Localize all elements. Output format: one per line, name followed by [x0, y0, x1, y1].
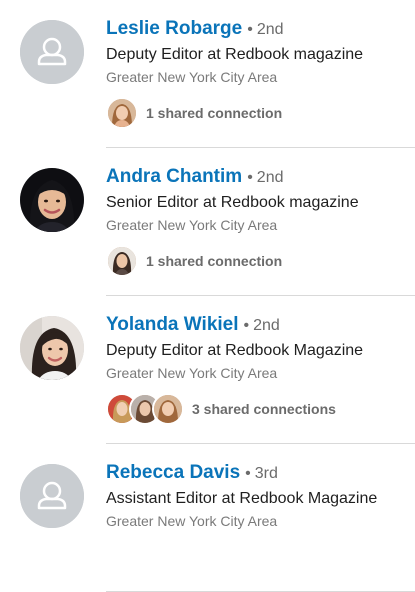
connection-degree: • 2nd	[247, 21, 284, 38]
person-headline: Senior Editor at Redbook magazine	[106, 194, 359, 211]
shared-connection-avatar	[106, 97, 138, 129]
person-location: Greater New York City Area	[106, 69, 278, 85]
person-location: Greater New York City Area	[106, 513, 278, 529]
shared-connections-label: 1 shared connection	[146, 253, 283, 269]
placeholder-person-icon	[20, 464, 84, 528]
person-name-link[interactable]: Leslie Robarge	[106, 18, 242, 39]
placeholder-person-icon	[20, 20, 84, 84]
shared-connections-label: 1 shared connection	[146, 105, 283, 121]
shared-connections-link[interactable]: 1 shared connection	[106, 245, 415, 277]
avatar-placeholder[interactable]	[20, 20, 84, 84]
person-location: Greater New York City Area	[106, 365, 278, 381]
result-row: Andra Chantim • 2nd Senior Editor at Redbo…	[0, 148, 415, 296]
connection-degree: • 2nd	[243, 317, 280, 334]
result-row: Yolanda Wikiel • 2nd Deputy Editor at Redb…	[0, 296, 415, 444]
result-row: Rebecca Davis • 3rd Assistant Editor at Re…	[0, 444, 415, 592]
connection-degree: • 3rd	[245, 465, 278, 482]
profile-photo-icon	[20, 168, 84, 232]
person-headline: Deputy Editor at Redbook magazine	[106, 46, 364, 63]
person-location: Greater New York City Area	[106, 217, 278, 233]
profile-photo-icon	[20, 316, 84, 380]
person-name-link[interactable]: Yolanda Wikiel	[106, 314, 239, 335]
person-headline: Deputy Editor at Redbook Magazine	[106, 342, 364, 359]
person-headline: Assistant Editor at Redbook Magazine	[106, 490, 378, 507]
shared-connections-label: 3 shared connections	[192, 401, 336, 417]
shared-connection-avatar	[106, 245, 138, 277]
person-name-link[interactable]: Andra Chantim	[106, 166, 242, 187]
search-results-list: Leslie Robarge • 2nd Deputy Editor at Redb…	[0, 0, 415, 592]
shared-connections-link[interactable]: 1 shared connection	[106, 97, 415, 129]
person-name-link[interactable]: Rebecca Davis	[106, 462, 240, 483]
avatar-photo[interactable]	[20, 168, 84, 232]
connection-degree: • 2nd	[247, 169, 284, 186]
avatar-photo[interactable]	[20, 316, 84, 380]
shared-connection-avatar	[152, 393, 184, 425]
result-row: Leslie Robarge • 2nd Deputy Editor at Redb…	[0, 0, 415, 148]
avatar-placeholder[interactable]	[20, 464, 84, 528]
shared-connections-link[interactable]: 3 shared connections	[106, 393, 415, 425]
